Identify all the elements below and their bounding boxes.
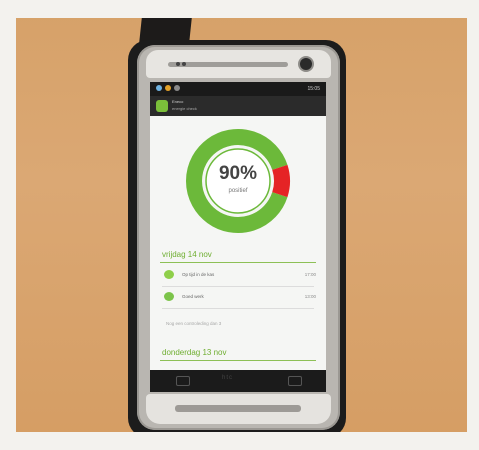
app-bar: Eneco energie check [150, 96, 326, 116]
day-divider [160, 262, 316, 263]
list-item[interactable]: Goed werk 13:00 [162, 292, 318, 304]
entry-time: 17:00 [304, 272, 316, 277]
alert-icon [165, 85, 171, 91]
entry-label: Op tijd in de kas [182, 272, 215, 277]
app-icon [174, 85, 180, 91]
leaf-check-icon [164, 292, 174, 301]
notification-icon [156, 85, 162, 91]
eneco-leaf-icon[interactable] [156, 100, 168, 112]
day-header: donderdag 13 nov [162, 348, 227, 357]
entry-divider [162, 308, 314, 309]
app-subtitle: energie check [172, 106, 197, 111]
phone-nav-bar [150, 370, 326, 392]
phone-screen: 15:05 Eneco energie check 90% positief v… [150, 82, 326, 370]
app-title: Eneco [172, 99, 184, 104]
entry-time: 13:00 [304, 294, 316, 299]
back-button[interactable] [176, 376, 190, 386]
percentage-label: positief [228, 188, 248, 194]
percentage-value: 90% [218, 163, 258, 184]
sensor-dot [176, 62, 180, 66]
status-bar: 15:05 [150, 82, 326, 96]
status-time: 15:05 [307, 86, 320, 92]
entry-divider [162, 286, 314, 287]
entry-label: Goed werk [182, 294, 204, 299]
status-icons-left [156, 85, 180, 91]
sensor-dot [182, 62, 186, 66]
bottom-speaker-grille [175, 405, 301, 412]
day-header: vrijdag 14 nov [162, 250, 212, 259]
recent-apps-button[interactable] [288, 376, 302, 386]
front-camera-icon [300, 58, 312, 70]
leaf-icon [164, 270, 174, 279]
brand-logo: htc [222, 375, 234, 381]
list-item[interactable]: Op tijd in de kas 17:00 [162, 270, 318, 282]
more-link[interactable]: Nog een controleding dan 3 [166, 321, 221, 326]
day-divider [160, 360, 316, 361]
top-speaker-grille [168, 62, 288, 67]
